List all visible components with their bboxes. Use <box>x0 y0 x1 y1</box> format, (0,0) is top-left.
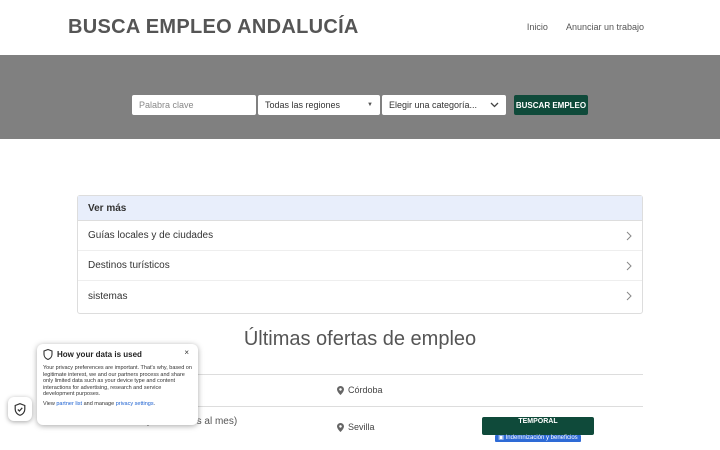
benefits-tag: ▣ Indemnización y beneficios <box>495 435 581 442</box>
more-link-label: Guías locales y de ciudades <box>88 230 214 241</box>
consent-footer: View partner list and manage privacy set… <box>43 401 192 407</box>
more-link-local-guides[interactable]: Guías locales y de ciudades <box>78 221 642 251</box>
category-value: Elegir una categoría... <box>389 100 478 110</box>
nav-link-inicio[interactable]: Inicio <box>527 22 548 32</box>
chevron-down-icon <box>490 102 499 108</box>
chevron-right-icon <box>626 261 632 270</box>
job-search-form: Palabra clave Todas las regiones ▼ Elegi… <box>132 95 588 115</box>
close-icon[interactable]: × <box>184 348 189 357</box>
shield-icon <box>43 349 53 360</box>
more-link-sistemas[interactable]: sistemas <box>78 281 642 311</box>
benefits-tag-label: Indemnización y beneficios <box>505 435 578 441</box>
privacy-settings-link[interactable]: privacy settings <box>116 401 154 407</box>
job-type-label: TEMPORAL <box>518 418 558 425</box>
category-select[interactable]: Elegir una categoría... <box>382 95 506 115</box>
site-header: BUSCA EMPLEO ANDALUCÍA Inicio Anunciar u… <box>0 0 720 55</box>
nav-link-post-job[interactable]: Anunciar un trabajo <box>566 22 644 32</box>
keyword-placeholder: Palabra clave <box>139 100 194 110</box>
more-links-heading: Ver más <box>78 196 642 221</box>
job-location: Sevilla <box>337 422 375 432</box>
consent-header: How your data is used <box>43 349 192 360</box>
keyword-input[interactable]: Palabra clave <box>132 95 256 115</box>
more-links-panel: Ver más Guías locales y de ciudades Dest… <box>77 195 643 314</box>
region-select[interactable]: Todas las regiones ▼ <box>258 95 380 115</box>
privacy-settings-button[interactable] <box>8 397 32 421</box>
job-location-text: Sevilla <box>348 422 375 432</box>
site-title[interactable]: BUSCA EMPLEO ANDALUCÍA <box>68 16 359 39</box>
consent-body: Your privacy preferences are important. … <box>43 365 192 398</box>
more-link-label: sistemas <box>88 290 128 302</box>
job-location: Córdoba <box>337 385 383 395</box>
chevron-right-icon <box>626 231 632 240</box>
consent-footer-prefix: View <box>43 400 57 407</box>
caret-down-icon: ▼ <box>367 102 373 108</box>
main-nav: Inicio Anunciar un trabajo <box>527 22 644 32</box>
region-value: Todas las regiones <box>265 100 341 110</box>
consent-title: How your data is used <box>57 350 142 359</box>
more-link-label: Destinos turísticos <box>88 260 170 271</box>
partner-list-link[interactable]: partner list <box>56 401 82 407</box>
consent-footer-middle: and manage <box>82 400 116 407</box>
search-jobs-button[interactable]: BUSCAR EMPLEO <box>514 95 588 115</box>
privacy-consent-popup: How your data is used × Your privacy pre… <box>37 344 198 425</box>
more-link-tourist-destinations[interactable]: Destinos turísticos <box>78 251 642 281</box>
search-hero: Palabra clave Todas las regiones ▼ Elegi… <box>0 55 720 139</box>
job-location-text: Córdoba <box>348 385 383 395</box>
shield-check-icon <box>14 402 26 416</box>
map-pin-icon <box>337 422 344 432</box>
job-type-badge: TEMPORAL ▣ Indemnización y beneficios <box>482 417 594 442</box>
map-pin-icon <box>337 385 344 395</box>
consent-footer-suffix: . <box>153 400 156 407</box>
chevron-right-icon <box>626 291 632 301</box>
